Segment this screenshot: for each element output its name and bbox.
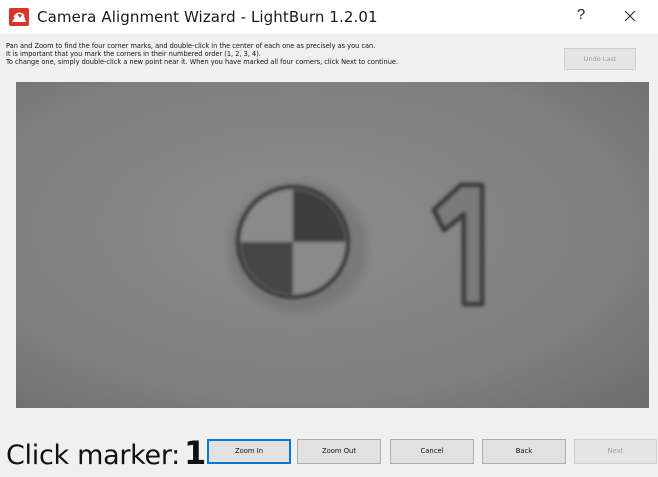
click-marker-label: Click marker: 1 [6,434,206,472]
help-button[interactable]: ? [571,6,591,28]
zoom-out-button[interactable]: Zoom Out [297,439,381,464]
instruction-line: To change one, simply double-click a new… [6,58,399,66]
instructions-text: Pan and Zoom to find the four corner mar… [6,42,546,66]
zoom-in-button[interactable]: Zoom In [207,439,291,464]
instruction-line: It is important that you mark the corner… [6,50,261,58]
back-button[interactable]: Back [482,439,566,464]
instruction-line: Pan and Zoom to find the four corner mar… [6,42,376,50]
next-button[interactable]: Next [574,439,657,464]
click-marker-text: Click marker: [6,440,180,471]
camera-view[interactable]: 1 [16,82,649,408]
current-marker-number: 1 [183,434,206,472]
camera-image[interactable]: 1 [16,82,649,408]
cancel-button[interactable]: Cancel [390,439,474,464]
title-bar: Camera Alignment Wizard - LightBurn 1.2.… [0,0,658,34]
lightburn-app-icon [9,8,29,26]
wizard-dialog: Pan and Zoom to find the four corner mar… [0,34,658,477]
window-title: Camera Alignment Wizard - LightBurn 1.2.… [37,8,378,26]
undo-last-button[interactable]: Undo Last [564,48,636,70]
close-icon[interactable] [618,6,642,28]
